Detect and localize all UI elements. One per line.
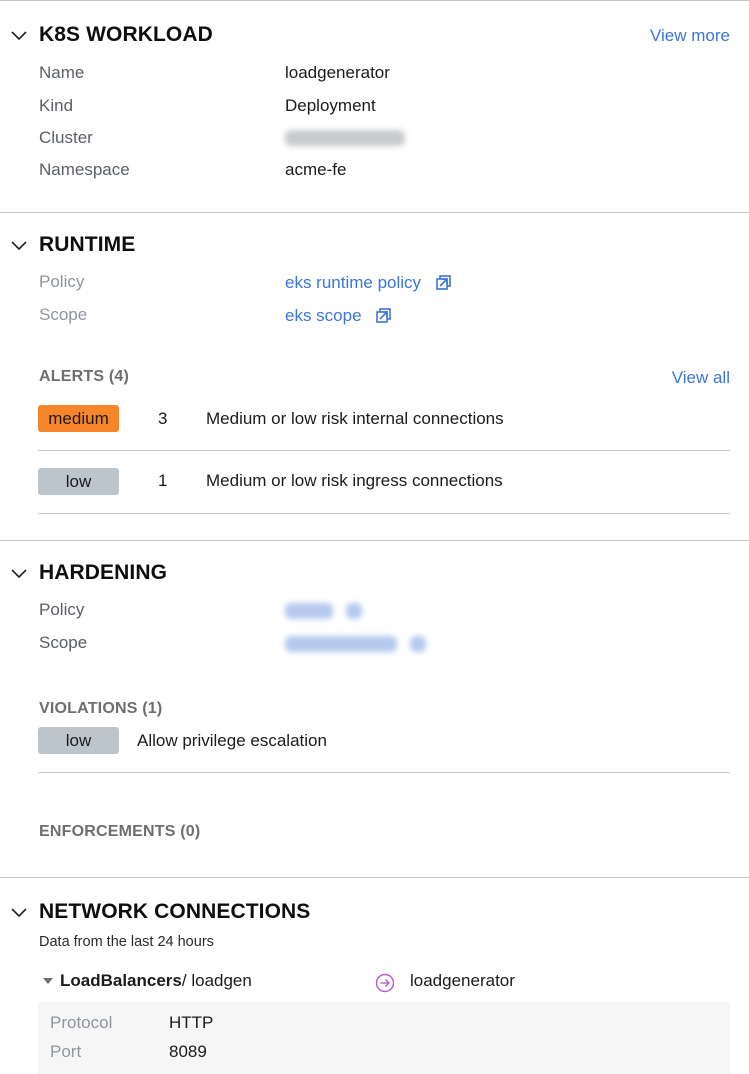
arrow-right-circle-icon bbox=[375, 973, 395, 993]
hardening-section: HARDENING Policy Scope VIOLATIONS (1) lo… bbox=[0, 540, 749, 878]
hardening-header[interactable]: HARDENING bbox=[0, 559, 749, 589]
source-type: LoadBalancers bbox=[60, 971, 182, 990]
hardening-policy-redacted[interactable] bbox=[285, 603, 362, 624]
section-title: RUNTIME bbox=[39, 233, 136, 256]
connection-source: LoadBalancers/ loadgen bbox=[60, 971, 252, 991]
network-connections-header[interactable]: NETWORK CONNECTIONS bbox=[0, 898, 749, 928]
time-range-note: Data from the last 24 hours bbox=[39, 934, 214, 950]
view-all-alerts-link[interactable]: View all bbox=[672, 368, 730, 388]
runtime-header[interactable]: RUNTIME bbox=[0, 231, 749, 261]
cluster-value-redacted bbox=[285, 130, 405, 151]
external-link-icon[interactable] bbox=[435, 275, 451, 290]
kind-value: Deployment bbox=[285, 96, 376, 115]
row-divider bbox=[38, 772, 730, 773]
violations-header: VIOLATIONS (1) bbox=[39, 700, 163, 717]
cluster-label: Cluster bbox=[39, 128, 93, 147]
chevron-down-icon[interactable] bbox=[11, 31, 27, 41]
source-name: / loadgen bbox=[181, 971, 252, 990]
external-link-icon[interactable] bbox=[409, 636, 426, 652]
policy-label: Policy bbox=[39, 272, 85, 291]
runtime-section: RUNTIME Policy eks runtime policy Scope … bbox=[0, 212, 749, 541]
port-value: 8089 bbox=[169, 1042, 207, 1061]
protocol-value: HTTP bbox=[169, 1013, 214, 1032]
enforcements-header: ENFORCEMENTS (0) bbox=[39, 823, 201, 840]
section-title: HARDENING bbox=[39, 561, 168, 584]
policy-label: Policy bbox=[39, 600, 85, 619]
section-title: K8S WORKLOAD bbox=[39, 23, 213, 46]
name-value: loadgenerator bbox=[285, 63, 390, 82]
port-label: Port bbox=[50, 1042, 82, 1061]
scope-label: Scope bbox=[39, 633, 88, 652]
view-more-link[interactable]: View more bbox=[650, 26, 730, 46]
connection-row[interactable]: LoadBalancers/ loadgen loadgenerator bbox=[40, 971, 730, 995]
policy-value: eks runtime policy bbox=[285, 273, 451, 293]
row-divider bbox=[38, 513, 730, 514]
kind-label: Kind bbox=[39, 96, 74, 115]
chevron-down-icon[interactable] bbox=[11, 569, 27, 579]
namespace-label: Namespace bbox=[39, 160, 130, 179]
hardening-scope-redacted[interactable] bbox=[285, 636, 426, 657]
connection-details: Protocol HTTP Port 8089 bbox=[38, 1002, 730, 1074]
protocol-label: Protocol bbox=[50, 1013, 113, 1032]
k8s-workload-header[interactable]: K8S WORKLOAD View more bbox=[0, 21, 749, 51]
section-title: NETWORK CONNECTIONS bbox=[39, 900, 311, 923]
severity-badge-low: low bbox=[38, 727, 119, 754]
namespace-value: acme-fe bbox=[285, 160, 347, 179]
caret-down-icon[interactable] bbox=[43, 978, 53, 984]
alert-description: Medium or low risk ingress connections bbox=[206, 471, 503, 490]
chevron-down-icon[interactable] bbox=[11, 908, 27, 918]
connection-target: loadgenerator bbox=[410, 971, 515, 990]
runtime-policy-link[interactable]: eks runtime policy bbox=[285, 273, 421, 292]
network-connections-section: NETWORK CONNECTIONS Data from the last 2… bbox=[0, 877, 749, 1074]
scope-value: eks scope bbox=[285, 306, 392, 326]
k8s-workload-section: K8S WORKLOAD View more Name loadgenerato… bbox=[0, 0, 749, 212]
alert-count: 1 bbox=[158, 471, 168, 490]
external-link-icon[interactable] bbox=[376, 308, 392, 323]
chevron-down-icon[interactable] bbox=[11, 241, 27, 251]
severity-badge-low: low bbox=[38, 468, 119, 495]
violation-description: Allow privilege escalation bbox=[137, 731, 327, 750]
scope-label: Scope bbox=[39, 305, 88, 324]
alert-description: Medium or low risk internal connections bbox=[206, 409, 504, 428]
row-divider bbox=[38, 450, 730, 451]
alerts-header: ALERTS (4) bbox=[39, 368, 129, 385]
runtime-scope-link[interactable]: eks scope bbox=[285, 306, 362, 325]
name-label: Name bbox=[39, 63, 85, 82]
severity-badge-medium: medium bbox=[38, 405, 119, 432]
alert-count: 3 bbox=[158, 409, 168, 428]
external-link-icon[interactable] bbox=[345, 603, 362, 619]
